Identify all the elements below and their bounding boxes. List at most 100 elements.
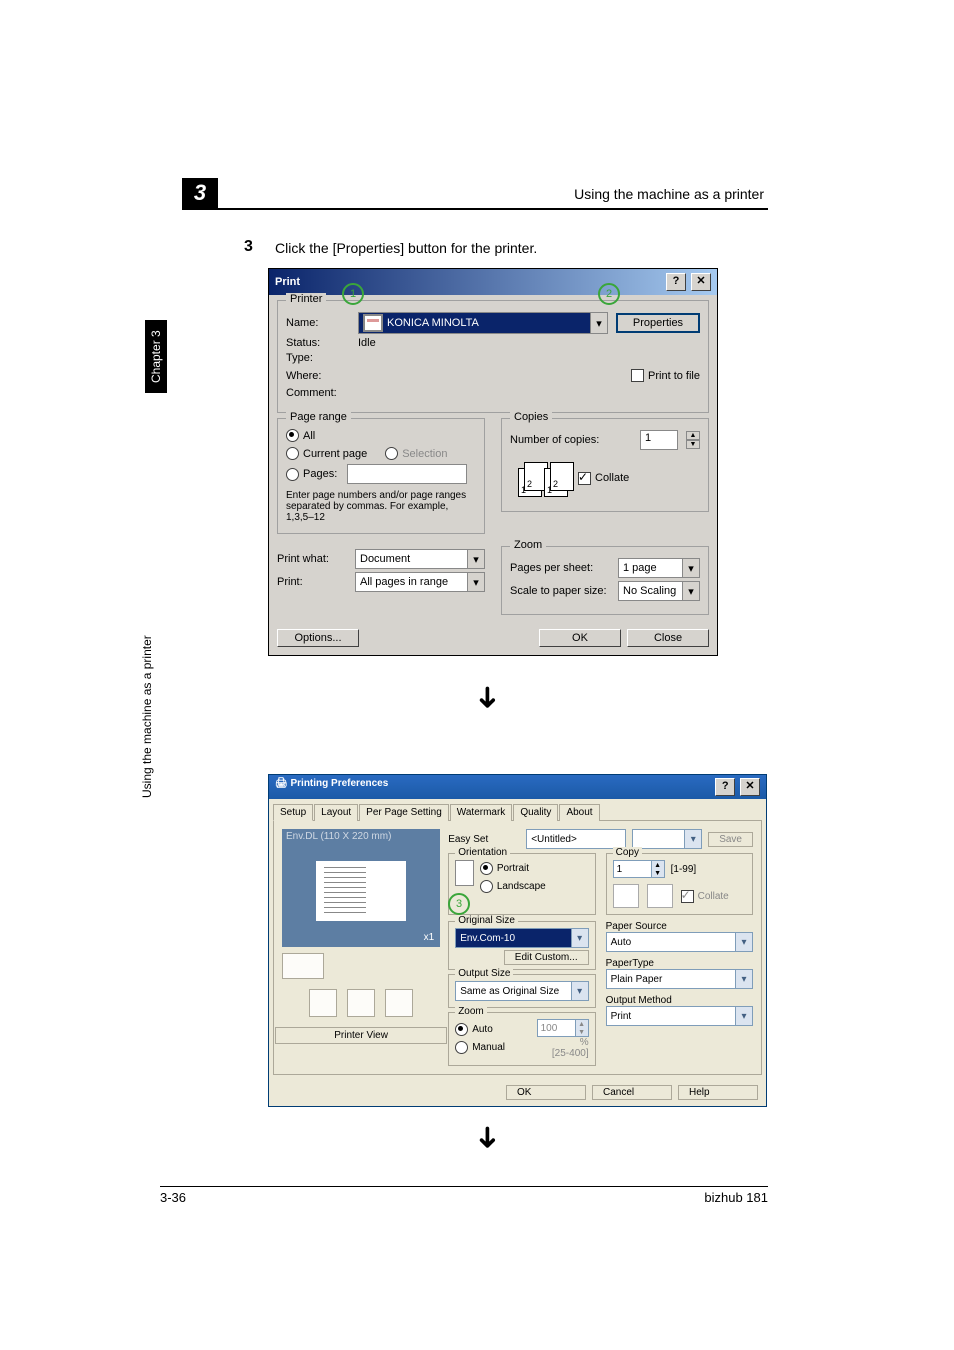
tab-quality[interactable]: Quality <box>513 804 558 821</box>
all-label: All <box>303 430 315 442</box>
step-text: Click the [Properties] button for the pr… <box>275 240 537 256</box>
tab-setup[interactable]: Setup <box>273 804 313 821</box>
current-page-radio[interactable]: Current page <box>286 447 367 460</box>
printer-view-button[interactable]: Printer View <box>275 1027 447 1044</box>
radio-icon <box>455 1041 468 1054</box>
collate-icon-1 <box>613 884 639 908</box>
original-size-dropdown[interactable]: Env.Com-10 ▾ <box>455 928 588 948</box>
options-button[interactable]: Options... <box>277 629 359 647</box>
orientation-legend: Orientation <box>455 847 510 858</box>
all-radio[interactable]: All <box>286 429 315 442</box>
easy-set-value: <Untitled> <box>531 834 577 845</box>
spin-up-icon[interactable]: ▲ <box>686 431 700 440</box>
annotation-2: 2 <box>598 283 620 305</box>
edit-custom-button[interactable]: Edit Custom... <box>504 950 589 965</box>
paper-type-dropdown[interactable]: Plain Paper▾ <box>606 969 753 989</box>
page-range-group: Page range All Current page Selection Pa… <box>277 418 485 534</box>
pages-radio[interactable]: Pages: <box>286 464 467 484</box>
output-method-value: Print <box>611 1011 632 1022</box>
print-to-file-label: Print to file <box>648 370 700 382</box>
dropdown-arrow-icon: ▾ <box>571 929 588 947</box>
spin-up-icon[interactable]: ▲ <box>652 861 664 869</box>
print-to-file-checkbox[interactable]: Print to file <box>631 369 700 382</box>
printer-name-dropdown[interactable]: KONICA MINOLTA ▾ <box>358 312 608 334</box>
save-button[interactable]: Save <box>708 832 753 847</box>
orientation-group: Orientation Portrait Landscape <box>448 853 595 915</box>
close-button[interactable]: ✕ <box>691 273 711 291</box>
paper-source-value: Auto <box>611 937 632 948</box>
pps-dropdown[interactable]: 1 page▾ <box>618 558 700 578</box>
printer-name-value: KONICA MINOLTA <box>387 317 479 329</box>
scale-dropdown[interactable]: No Scaling▾ <box>618 581 700 601</box>
zoom-auto-radio[interactable]: Auto <box>455 1023 493 1036</box>
collate-checkbox[interactable]: Collate <box>578 472 629 485</box>
pages-hint: Enter page numbers and/or page ranges se… <box>286 490 476 523</box>
type-label: Type: <box>286 352 350 364</box>
printer-group-legend: Printer <box>286 293 326 305</box>
dropdown-arrow-icon: ▾ <box>590 313 607 333</box>
pages-input[interactable] <box>347 464 467 484</box>
status-value: Idle <box>358 337 376 349</box>
copy-range: [1-99] <box>671 864 697 875</box>
checkbox-icon <box>681 890 694 903</box>
radio-icon <box>286 429 299 442</box>
copies-group: Copies Number of copies: 1 ▲ ▼ 1 2 1 2 <box>501 418 709 512</box>
tab-per-page-setting[interactable]: Per Page Setting <box>359 804 449 821</box>
paper-source-label: Paper Source <box>606 921 753 932</box>
zoom-auto-label: Auto <box>472 1024 493 1035</box>
zoom-indicator: x1 <box>424 932 435 943</box>
print-range-dropdown[interactable]: All pages in range▾ <box>355 572 485 592</box>
close-button[interactable]: ✕ <box>740 778 760 796</box>
spin-down-icon[interactable]: ▼ <box>652 869 664 877</box>
output-method-label: Output Method <box>606 995 753 1006</box>
layout-icon-2 <box>347 989 375 1017</box>
checkbox-icon <box>578 472 591 485</box>
print-what-dropdown[interactable]: Document▾ <box>355 549 485 569</box>
print-dialog-titlebar: Print ? ✕ <box>269 269 717 295</box>
original-size-value: Env.Com-10 <box>460 933 515 944</box>
down-arrow-icon: ➜ <box>470 685 505 710</box>
zoom-percent: % <box>580 1037 589 1048</box>
step-number: 3 <box>244 238 253 256</box>
ok-button[interactable]: OK <box>539 629 621 647</box>
num-copies-label: Number of copies: <box>510 434 599 446</box>
name-label: Name: <box>286 317 350 329</box>
help-button[interactable]: ? <box>715 778 735 796</box>
copy-spin[interactable]: 1 ▲▼ <box>613 860 665 878</box>
zoom-spin: 100▲▼ <box>537 1019 589 1037</box>
output-method-dropdown[interactable]: Print▾ <box>606 1006 753 1026</box>
landscape-radio[interactable]: Landscape <box>480 880 546 893</box>
portrait-radio[interactable]: Portrait <box>480 862 529 875</box>
pages-label: Pages: <box>303 468 337 480</box>
prefs-titlebar: 🖨 Printing Preferences ? ✕ <box>269 775 766 799</box>
help-button[interactable]: ? <box>666 273 686 291</box>
easy-set-dropdown-arrow[interactable]: ▾ <box>632 829 702 849</box>
close-dialog-button[interactable]: Close <box>627 629 709 647</box>
printer-group: Printer Name: KONICA MINOLTA ▾ Propertie… <box>277 300 709 413</box>
pps-value: 1 page <box>623 562 657 574</box>
dropdown-arrow-icon: ▾ <box>735 970 752 988</box>
output-size-dropdown[interactable]: Same as Original Size▾ <box>455 981 588 1001</box>
tab-about[interactable]: About <box>559 804 599 821</box>
scale-label: Scale to paper size: <box>510 585 610 597</box>
output-size-value: Same as Original Size <box>460 986 559 997</box>
help-button[interactable]: Help <box>678 1085 758 1100</box>
zoom-manual-radio[interactable]: Manual <box>455 1041 505 1054</box>
ok-button[interactable]: OK <box>506 1085 586 1100</box>
num-copies-value[interactable]: 1 <box>640 430 678 450</box>
paper-source-dropdown[interactable]: Auto ▾ <box>606 932 753 952</box>
cancel-button[interactable]: Cancel <box>592 1085 672 1100</box>
dropdown-arrow-icon: ▾ <box>467 573 484 591</box>
tab-layout[interactable]: Layout <box>314 804 358 821</box>
where-label: Where: <box>286 370 350 382</box>
properties-button[interactable]: Properties <box>616 313 700 333</box>
easy-set-dropdown[interactable]: <Untitled> <box>526 829 626 849</box>
checkbox-icon <box>631 369 644 382</box>
tab-watermark[interactable]: Watermark <box>450 804 513 821</box>
copy-value: 1 <box>617 864 623 875</box>
radio-icon <box>480 880 493 893</box>
original-size-legend: Original Size <box>455 915 518 926</box>
spin-down-icon[interactable]: ▼ <box>686 440 700 449</box>
dropdown-arrow-icon: ▾ <box>735 933 752 951</box>
annotation-1: 1 <box>342 283 364 305</box>
